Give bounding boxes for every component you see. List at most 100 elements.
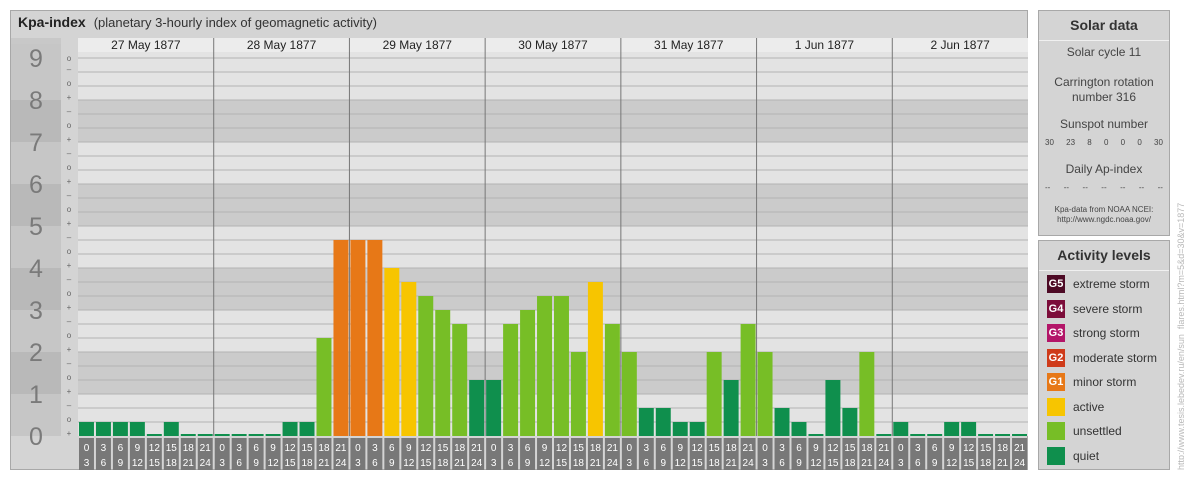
day-label: 28 May 1877	[247, 38, 317, 52]
kp-bar	[265, 434, 281, 436]
legend-label: minor storm	[1073, 375, 1137, 389]
ap-value: --	[1138, 183, 1145, 192]
hour-start-label: 12	[827, 443, 839, 454]
hour-start-label: 18	[861, 443, 873, 454]
hour-end-label: 12	[946, 458, 958, 469]
hour-start-label: 6	[118, 443, 124, 454]
sub-tick: o	[67, 163, 72, 172]
hour-start-label: 21	[335, 443, 347, 454]
kp-bar	[316, 338, 332, 436]
hour-start-label: 15	[166, 443, 178, 454]
solar-data-panel: Solar data Solar cycle 11 Carrington rot…	[1038, 10, 1170, 236]
sub-tick: –	[67, 107, 72, 116]
sub-tick: o	[67, 79, 72, 88]
sub-tick: o	[67, 205, 72, 214]
hour-start-label: 0	[491, 443, 497, 454]
day-label: 1 Jun 1877	[795, 38, 855, 52]
kp-bar	[587, 281, 603, 436]
hour-start-label: 0	[898, 443, 904, 454]
kp-bar	[367, 239, 383, 436]
kp-bar	[486, 380, 502, 436]
hour-start-label: 21	[607, 443, 619, 454]
hour-end-label: 18	[709, 458, 721, 469]
hour-start-label: 0	[219, 443, 225, 454]
kp-bar	[723, 380, 739, 436]
kp-bar	[910, 434, 926, 436]
hour-end-label: 9	[253, 458, 259, 469]
hour-start-label: 12	[963, 443, 975, 454]
kp-bar	[163, 422, 179, 436]
hour-start-label: 0	[627, 443, 633, 454]
band-3	[78, 268, 1028, 310]
y-tick-label: 7	[29, 129, 43, 157]
kp-bar	[214, 434, 230, 436]
ap-value: --	[1045, 183, 1051, 192]
hour-end-label: 3	[219, 458, 225, 469]
kp-bar	[842, 407, 858, 436]
hour-end-label: 21	[590, 458, 602, 469]
hour-end-label: 12	[268, 458, 280, 469]
solar-cycle: Solar cycle 11	[1066, 45, 1142, 59]
kp-bar	[537, 296, 552, 436]
legend-label: active	[1073, 399, 1105, 414]
y-tick-label: 3	[29, 297, 43, 325]
hour-end-label: 12	[403, 458, 415, 469]
kp-bar	[146, 434, 162, 436]
hour-end-label: 12	[132, 458, 144, 469]
band-4	[78, 226, 1028, 268]
hour-end-label: 21	[997, 458, 1009, 469]
y-tick-label: 8	[29, 87, 43, 115]
hour-start-label: 0	[84, 443, 90, 454]
kp-bar	[180, 434, 196, 436]
hour-start-label: 21	[471, 443, 483, 454]
hour-start-label: 9	[813, 443, 819, 454]
hour-end-label: 21	[861, 458, 873, 469]
hour-end-label: 6	[644, 458, 650, 469]
kp-bar	[791, 422, 807, 436]
hour-end-label: 15	[827, 458, 839, 469]
band-6	[78, 142, 1028, 184]
hour-end-label: 15	[692, 458, 704, 469]
ap-value: --	[1157, 183, 1163, 192]
band-1	[78, 352, 1028, 394]
hour-end-label: 6	[915, 458, 921, 469]
hour-end-label: 15	[420, 458, 432, 469]
source-note: Kpa-data from NOAA NCEI:	[1054, 205, 1154, 214]
hour-end-label: 6	[372, 458, 378, 469]
hour-start-label: 18	[454, 443, 466, 454]
legend-item: G4 severe storm	[1047, 299, 1142, 318]
hour-end-label: 12	[675, 458, 687, 469]
hour-start-label: 15	[301, 443, 313, 454]
sunspot-value: 0	[1137, 138, 1142, 147]
hour-end-label: 24	[1014, 458, 1026, 469]
kp-bar	[418, 296, 434, 436]
hour-end-label: 6	[236, 458, 242, 469]
sub-tick: –	[67, 233, 72, 242]
sub-tick: –	[67, 149, 72, 158]
hour-end-label: 24	[471, 458, 483, 469]
hour-end-label: 3	[898, 458, 904, 469]
ap-values: -- -- -- -- -- -- --	[1045, 183, 1163, 192]
hour-end-label: 24	[335, 458, 347, 469]
hour-start-label: 15	[844, 443, 856, 454]
hour-start-label: 15	[980, 443, 992, 454]
kp-bar	[655, 407, 671, 436]
hour-start-label: 21	[743, 443, 755, 454]
kp-bar	[927, 434, 943, 436]
sub-tick: –	[67, 401, 72, 410]
hour-end-label: 12	[810, 458, 822, 469]
hour-start-label: 3	[644, 443, 650, 454]
hour-start-label: 15	[709, 443, 721, 454]
day-label: 27 May 1877	[111, 38, 181, 52]
sunspot-value: 30	[1154, 138, 1163, 147]
sub-tick: –	[67, 275, 72, 284]
kp-bar	[333, 239, 349, 436]
sub-tick: o	[67, 331, 72, 340]
hour-end-label: 21	[454, 458, 466, 469]
hour-end-label: 18	[844, 458, 856, 469]
hour-end-label: 3	[491, 458, 497, 469]
hour-start-label: 21	[878, 443, 890, 454]
legend-item: quiet	[1047, 446, 1099, 465]
hour-start-label: 12	[149, 443, 161, 454]
hour-end-label: 3	[355, 458, 361, 469]
